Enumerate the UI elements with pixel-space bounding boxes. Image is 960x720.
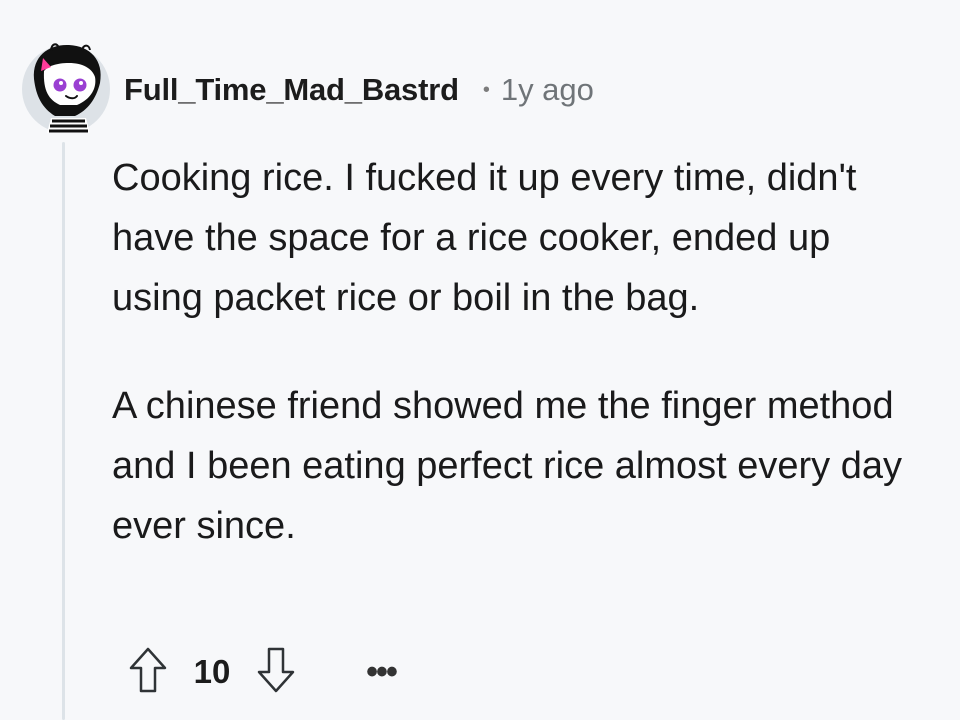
- header-separator: •: [482, 79, 490, 101]
- more-options-icon: •••: [366, 653, 398, 691]
- comment-timestamp[interactable]: 1y ago: [501, 72, 594, 108]
- comment-actions: 10 •••: [124, 643, 404, 701]
- downvote-button[interactable]: [252, 646, 300, 698]
- downvote-arrow-icon: [255, 645, 297, 700]
- author-name[interactable]: Full_Time_Mad_Bastrd: [124, 72, 459, 108]
- comment-paragraph: Cooking rice. I fucked it up every time,…: [112, 157, 857, 319]
- upvote-arrow-icon: [127, 645, 169, 700]
- comment-paragraph: A chinese friend showed me the finger me…: [112, 385, 903, 547]
- comment: Full_Time_Mad_Bastrd • 1y ago Cooking ri…: [0, 0, 960, 720]
- user-avatar-icon[interactable]: [20, 36, 112, 134]
- comment-header: Full_Time_Mad_Bastrd • 1y ago: [124, 68, 594, 112]
- more-options-button[interactable]: •••: [358, 647, 404, 697]
- thread-line[interactable]: [62, 142, 65, 720]
- vote-score: 10: [193, 653, 231, 690]
- comment-body: Cooking rice. I fucked it up every time,…: [112, 148, 922, 604]
- upvote-button[interactable]: [124, 646, 172, 698]
